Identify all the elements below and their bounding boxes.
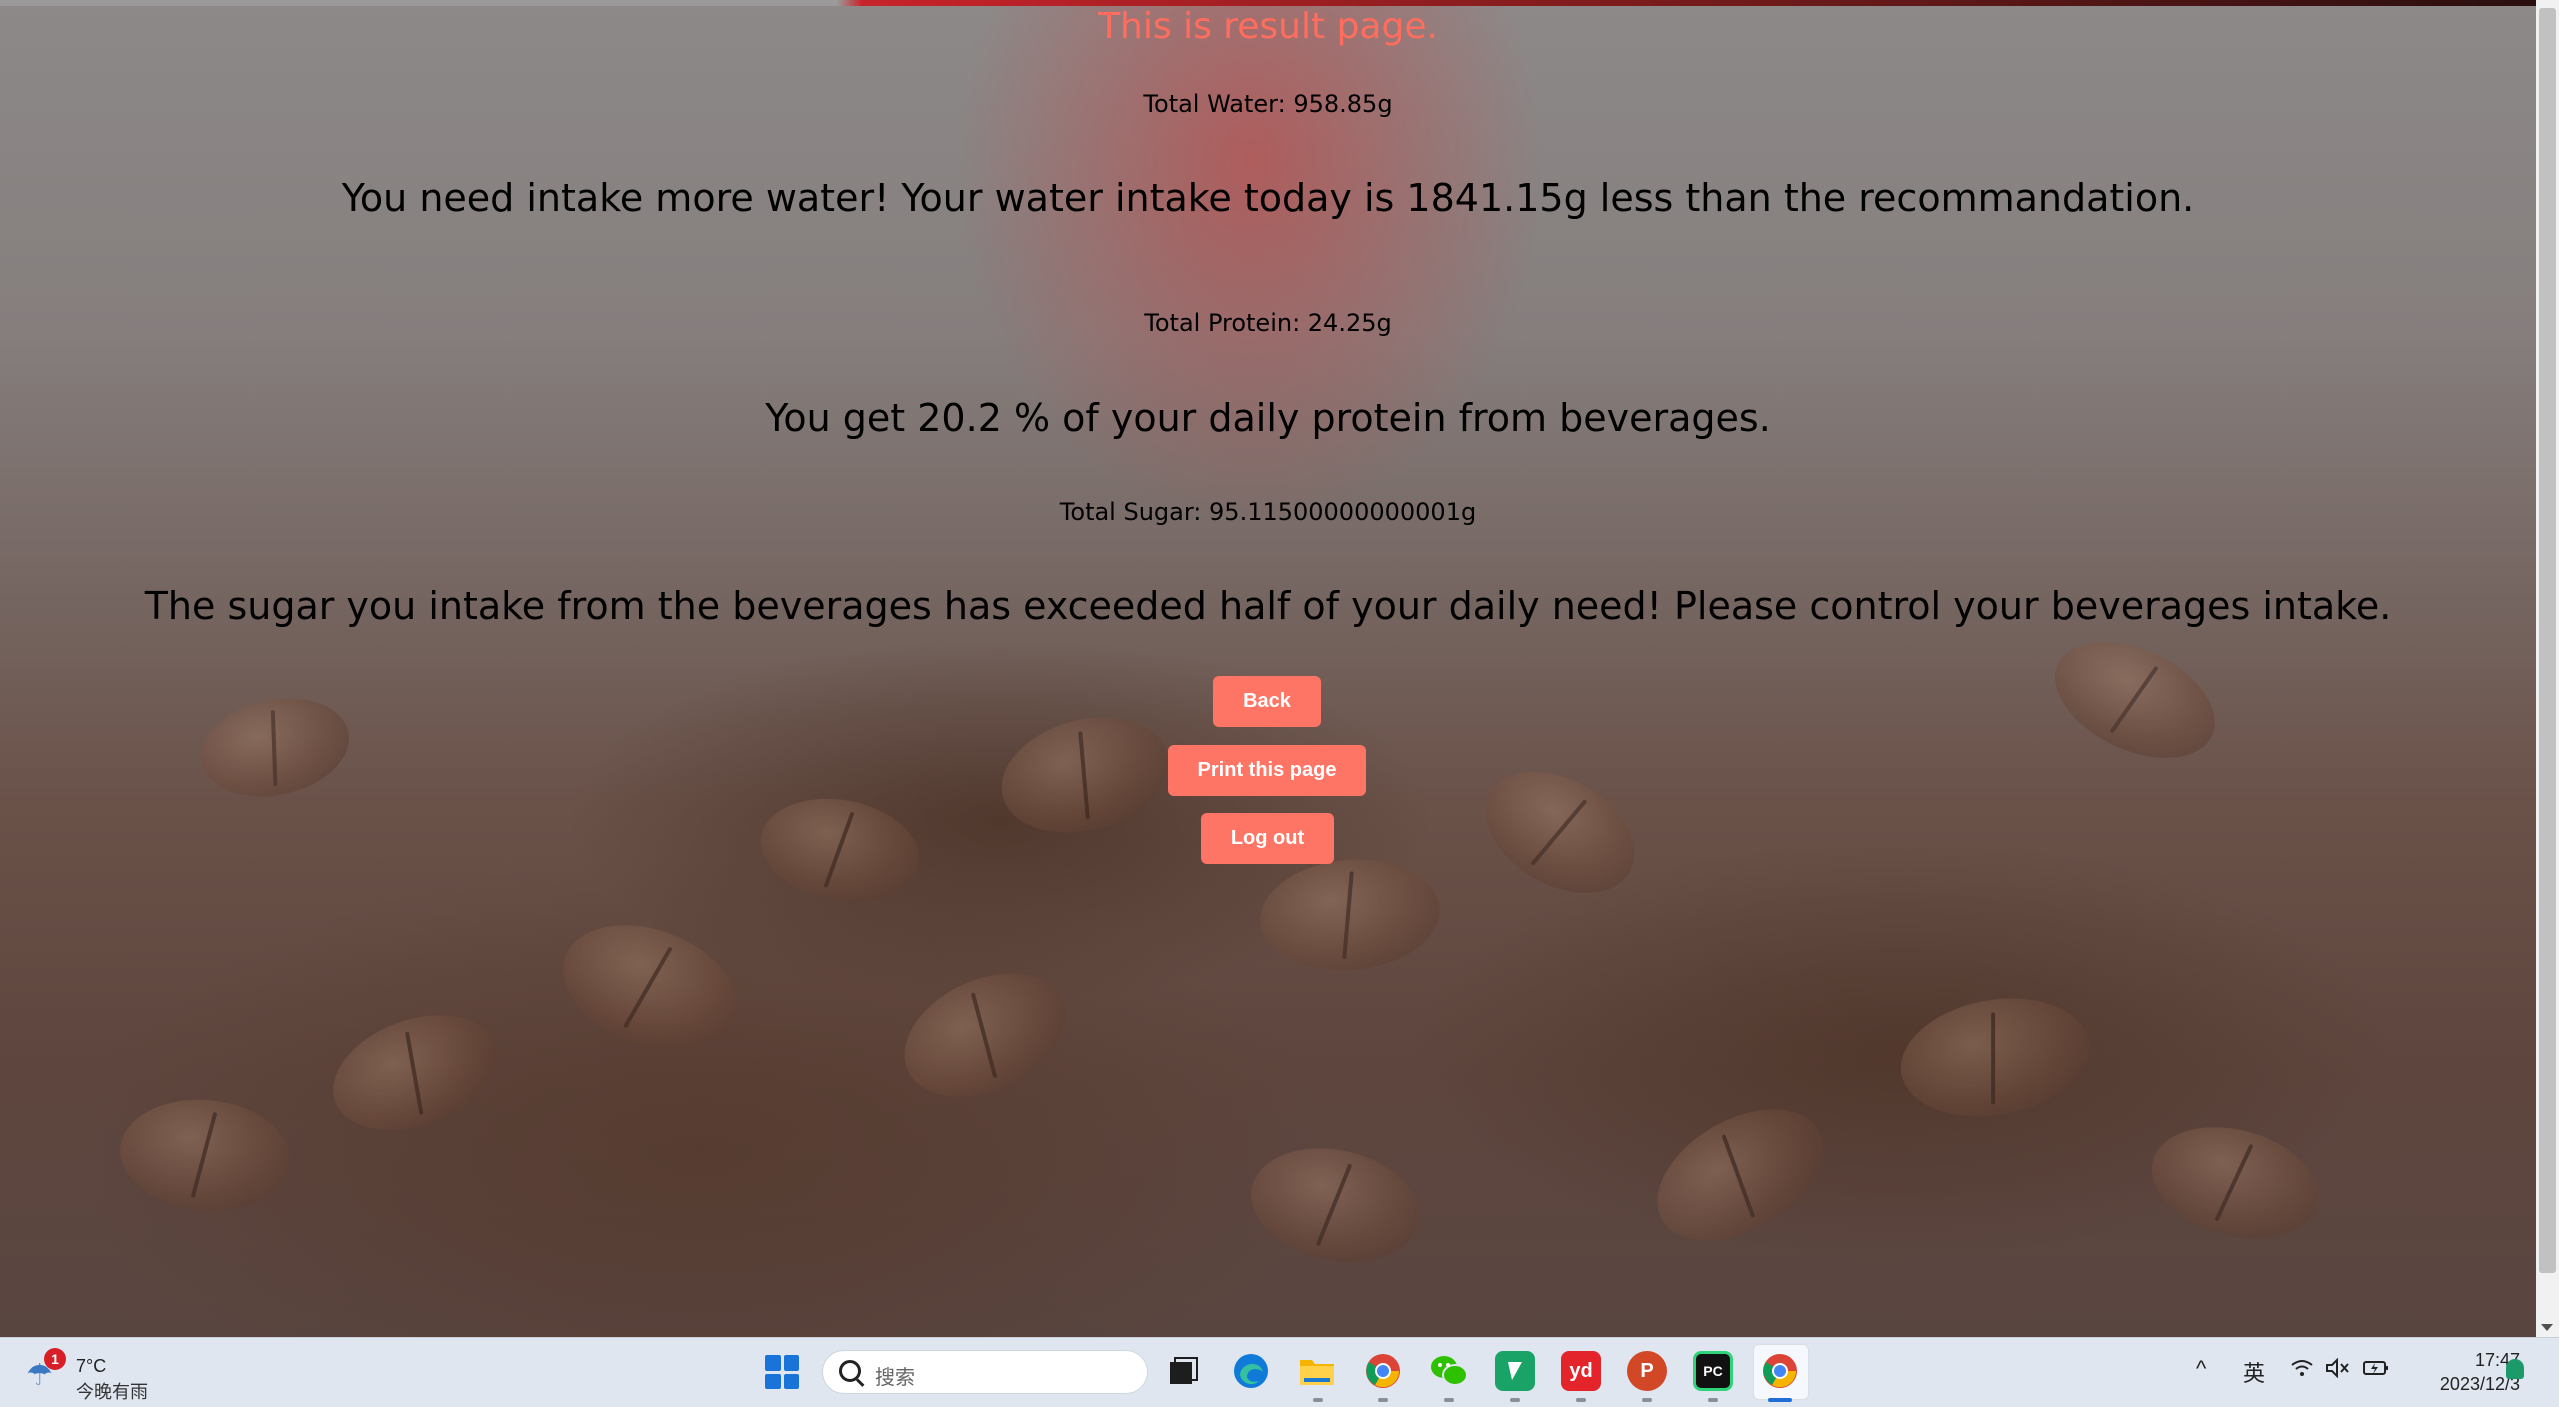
pycharm-icon[interactable]: PC xyxy=(1693,1351,1733,1391)
windows-logo-icon xyxy=(765,1373,781,1389)
notification-bell-icon[interactable] xyxy=(2506,1359,2524,1379)
ime-indicator[interactable]: 英 xyxy=(2243,1356,2265,1388)
coffee-bean-image xyxy=(2139,1109,2331,1256)
coffee-bean-image xyxy=(1240,1133,1430,1277)
file-explorer-icon[interactable] xyxy=(1297,1351,1337,1391)
chrome-active-icon[interactable] xyxy=(1760,1351,1800,1391)
coffee-bean-image xyxy=(191,685,359,810)
search-icon xyxy=(839,1360,861,1382)
coffee-bean-image xyxy=(317,994,513,1151)
scrollbar-thumb[interactable] xyxy=(2539,8,2556,1273)
page-title: This is result page. xyxy=(1098,6,1438,47)
total-protein-text: Total Protein: 24.25g xyxy=(1144,309,1392,337)
coffee-bean-image xyxy=(545,902,755,1073)
windows-logo-icon xyxy=(783,1373,799,1389)
weather-widget[interactable]: ☂ 1 7°C 今晚有雨 xyxy=(26,1348,176,1402)
windows-logo-icon xyxy=(765,1355,781,1371)
green-app-icon[interactable] xyxy=(1495,1351,1535,1391)
water-message: You need intake more water! Your water i… xyxy=(341,176,2195,220)
edge-icon[interactable] xyxy=(1231,1351,1271,1391)
windows-logo-icon xyxy=(783,1355,799,1371)
search-placeholder: 搜索 xyxy=(875,1367,915,1389)
weather-temperature: 7°C xyxy=(76,1356,107,1376)
wechat-icon[interactable] xyxy=(1429,1351,1469,1391)
vertical-scrollbar[interactable] xyxy=(2536,0,2559,1337)
battery-charging-icon[interactable] xyxy=(2362,1358,2390,1384)
print-page-button[interactable]: Print this page xyxy=(1168,745,1366,796)
notification-badge: 1 xyxy=(44,1348,66,1370)
browser-viewport: This is result page. Total Water: 958.85… xyxy=(0,0,2536,1337)
sugar-message: The sugar you intake from the beverages … xyxy=(144,584,2392,628)
taskbar-search-box[interactable]: 搜索 xyxy=(822,1350,1148,1394)
coffee-bean-image xyxy=(884,949,1086,1121)
running-indicator xyxy=(1642,1398,1652,1402)
youdao-icon[interactable]: yd xyxy=(1561,1351,1601,1391)
coffee-bean-image xyxy=(2036,618,2234,782)
start-button[interactable] xyxy=(765,1355,799,1389)
coffee-bean-image xyxy=(1634,1082,1846,1268)
running-indicator xyxy=(1444,1398,1454,1402)
active-indicator xyxy=(1768,1398,1792,1402)
running-indicator xyxy=(1510,1398,1520,1402)
clock-date[interactable]: 2023/12/3 xyxy=(2400,1374,2520,1395)
total-water-text: Total Water: 958.85g xyxy=(1143,90,1393,118)
wifi-icon[interactable] xyxy=(2290,1358,2314,1384)
task-view-icon[interactable] xyxy=(1163,1351,1203,1391)
total-sugar-text: Total Sugar: 95.11500000000001g xyxy=(1059,498,1477,526)
coffee-bean-image xyxy=(1255,852,1445,978)
volume-muted-icon[interactable] xyxy=(2325,1357,2351,1384)
coffee-bean-image xyxy=(1891,984,2099,1131)
running-indicator xyxy=(1708,1398,1718,1402)
scroll-down-arrow-icon[interactable] xyxy=(2541,1324,2553,1331)
weather-description: 今晚有雨 xyxy=(76,1382,148,1402)
tray-chevron-up-icon[interactable]: ^ xyxy=(2196,1356,2206,1382)
chrome-icon[interactable] xyxy=(1363,1351,1403,1391)
running-indicator xyxy=(1576,1398,1586,1402)
running-indicator xyxy=(1313,1398,1323,1402)
running-indicator xyxy=(1378,1398,1388,1402)
coffee-bean-image xyxy=(988,699,1182,851)
logout-button[interactable]: Log out xyxy=(1201,813,1334,864)
coffee-bean-image xyxy=(1464,747,1656,918)
back-button[interactable]: Back xyxy=(1213,676,1321,727)
coffee-bean-image xyxy=(115,1092,295,1218)
protein-message: You get 20.2 % of your daily protein fro… xyxy=(765,396,1771,440)
taskbar: ☂ 1 7°C 今晚有雨 搜索 yd P PC ^ 英 17:47 2023/1… xyxy=(0,1337,2559,1407)
coffee-bean-image xyxy=(752,786,928,914)
powerpoint-icon[interactable]: P xyxy=(1627,1351,1667,1391)
